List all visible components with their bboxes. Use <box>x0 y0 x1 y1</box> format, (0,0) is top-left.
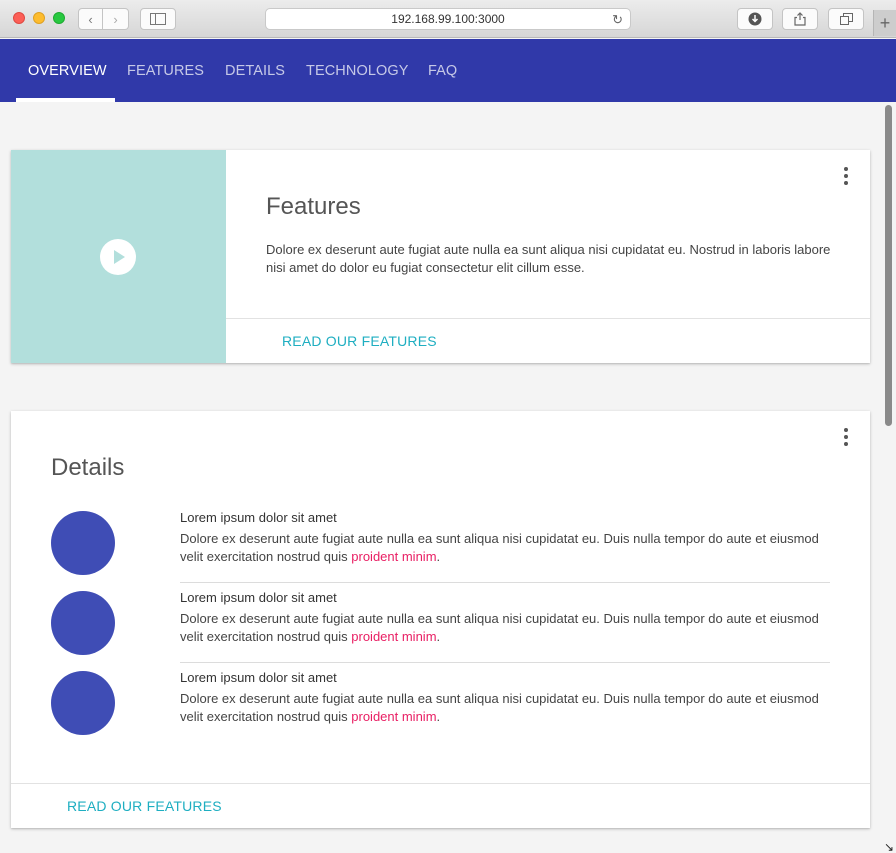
address-bar[interactable]: 192.168.99.100:3000 ↻ <box>265 8 631 30</box>
details-card: Details Lorem ipsum dolor sit amet Dolor… <box>11 411 870 828</box>
more-vert-icon[interactable] <box>843 428 849 448</box>
details-title: Details <box>51 454 125 481</box>
chevron-left-icon: ‹ <box>88 11 93 27</box>
avatar <box>51 591 115 655</box>
read-features-button[interactable]: READ OUR FEATURES <box>282 333 437 349</box>
close-window-button[interactable] <box>13 12 25 24</box>
divider <box>11 783 870 784</box>
list-divider <box>180 582 830 583</box>
chevron-right-icon: › <box>113 11 118 27</box>
features-card: Features Dolore ex deserunt aute fugiat … <box>11 150 870 363</box>
proident-link[interactable]: proident minim <box>351 709 436 724</box>
downloads-button[interactable] <box>737 8 773 30</box>
active-tab-indicator <box>16 98 115 102</box>
list-item-text: Dolore ex deserunt aute fugiat aute null… <box>180 691 819 724</box>
minimize-window-button[interactable] <box>33 12 45 24</box>
tab-details[interactable]: DETAILS <box>225 39 285 102</box>
forward-button[interactable]: › <box>103 8 129 30</box>
play-button[interactable] <box>100 239 136 275</box>
back-button[interactable]: ‹ <box>78 8 103 30</box>
tab-features[interactable]: FEATURES <box>127 39 204 102</box>
list-item-title: Lorem ipsum dolor sit amet <box>180 590 337 605</box>
zoom-window-button[interactable] <box>53 12 65 24</box>
list-item-title: Lorem ipsum dolor sit amet <box>180 670 337 685</box>
browser-toolbar: ‹ › 192.168.99.100:3000 ↻ + <box>0 0 896 38</box>
sidebar-icon <box>150 13 166 25</box>
tab-overview[interactable]: OVERVIEW <box>28 39 107 102</box>
new-tab-button[interactable]: + <box>873 10 896 36</box>
proident-link[interactable]: proident minim <box>351 629 436 644</box>
proident-link[interactable]: proident minim <box>351 549 436 564</box>
app-bar: OVERVIEW FEATURES DETAILS TECHNOLOGY FAQ <box>0 39 896 102</box>
resize-handle-icon[interactable]: ↘ <box>884 840 894 853</box>
tab-technology[interactable]: TECHNOLOGY <box>306 39 409 102</box>
divider <box>226 318 870 319</box>
show-tabs-button[interactable] <box>828 8 864 30</box>
sidebar-toggle-button[interactable] <box>140 8 176 30</box>
scrollbar-thumb[interactable] <box>885 105 892 426</box>
features-media <box>11 150 226 363</box>
read-features-button[interactable]: READ OUR FEATURES <box>67 798 222 814</box>
tabs-icon <box>839 13 853 25</box>
list-item-text: Dolore ex deserunt aute fugiat aute null… <box>180 531 819 564</box>
url-text: 192.168.99.100:3000 <box>391 12 505 26</box>
features-title: Features <box>266 193 361 220</box>
list-item-title: Lorem ipsum dolor sit amet <box>180 510 337 525</box>
play-icon <box>114 250 125 264</box>
reload-icon[interactable]: ↻ <box>612 12 623 28</box>
download-icon <box>748 12 762 26</box>
avatar <box>51 671 115 735</box>
list-divider <box>180 662 830 663</box>
list-item-text: Dolore ex deserunt aute fugiat aute null… <box>180 611 819 644</box>
tab-faq[interactable]: FAQ <box>428 39 457 102</box>
features-body: Dolore ex deserunt aute fugiat aute null… <box>266 242 831 275</box>
more-vert-icon[interactable] <box>843 167 849 187</box>
avatar <box>51 511 115 575</box>
share-icon <box>794 12 806 26</box>
plus-icon: + <box>879 12 891 33</box>
share-button[interactable] <box>782 8 818 30</box>
